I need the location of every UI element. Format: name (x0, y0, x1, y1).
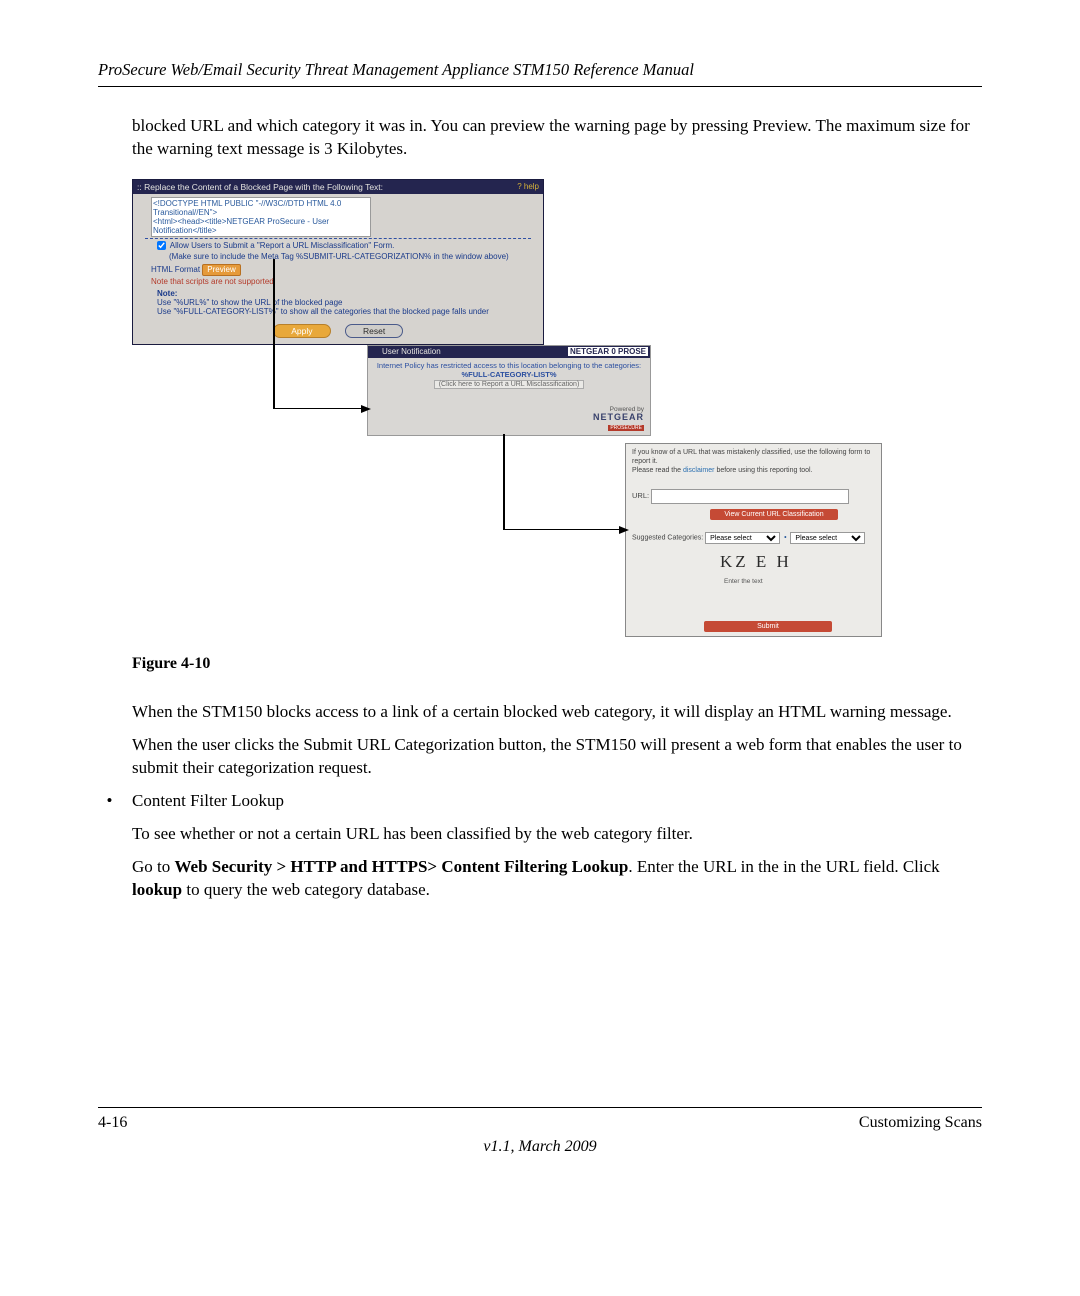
policy-restricted-text: Internet Policy has restricted access to… (372, 361, 646, 370)
disclaimer-link[interactable]: disclaimer (683, 467, 715, 474)
page-number: 4-16 (98, 1114, 127, 1132)
submit-button[interactable]: Submit (704, 621, 832, 632)
divider (145, 238, 531, 239)
paragraph-2: When the user clicks the Submit URL Cate… (132, 734, 982, 780)
report-msg-2a: Please read the (632, 467, 683, 474)
version-text: v1.1, March 2009 (98, 1138, 982, 1156)
bullet-line2: Go to Web Security > HTTP and HTTPS> Con… (132, 856, 982, 902)
scripts-not-supported: Note that scripts are not supported (133, 276, 543, 287)
suggested-category-select-1[interactable]: Please select (705, 532, 780, 544)
bullet-line1: To see whether or not a certain URL has … (132, 823, 982, 846)
note-url: Use "%URL%" to show the URL of the block… (157, 298, 342, 307)
url-input[interactable] (651, 489, 849, 504)
figure-4-10: :: Replace the Content of a Blocked Page… (132, 179, 882, 641)
section-title: Customizing Scans (859, 1114, 982, 1132)
t: to query the web category database. (182, 880, 430, 899)
help-button[interactable]: ? help (517, 182, 539, 192)
arrowhead-icon (619, 526, 629, 534)
html-format-row: HTML Format Preview (133, 263, 543, 276)
netgear-logo-text: NETGEAR (593, 412, 644, 422)
reset-button[interactable]: Reset (345, 324, 403, 338)
report-msg-1: If you know of a URL that was mistakenly… (632, 449, 870, 465)
panel-title: :: Replace the Content of a Blocked Page… (137, 182, 383, 192)
bullet-title: Content Filter Lookup (132, 790, 982, 813)
arrow-segment (503, 529, 621, 531)
doc-header: ProSecure Web/Email Security Threat Mana… (98, 60, 982, 86)
bullet-marker: • (98, 790, 132, 912)
page-footer: 4-16 Customizing Scans (98, 1114, 982, 1132)
allow-submit-label: Allow Users to Submit a "Report a URL Mi… (170, 241, 395, 250)
category-list-placeholder: %FULL-CATEGORY-LIST% (462, 370, 557, 379)
arrow-segment (503, 434, 505, 530)
config-panel: :: Replace the Content of a Blocked Page… (132, 179, 544, 346)
footer-rule (98, 1107, 982, 1108)
user-notification-preview: User Notification NETGEAR 0 PROSE Intern… (367, 345, 651, 436)
note-block: Note: Use "%URL%" to show the URL of the… (133, 287, 543, 320)
intro-paragraph: blocked URL and which category it was in… (132, 115, 982, 161)
report-form-panel: If you know of a URL that was mistakenly… (625, 443, 882, 637)
html-content-textarea[interactable] (151, 197, 371, 237)
arrowhead-icon (361, 405, 371, 413)
paragraph-1: When the STM150 blocks access to a link … (132, 701, 982, 724)
url-label: URL: (632, 491, 649, 500)
allow-submit-checkbox[interactable] (157, 241, 166, 250)
nav-path-bold: Web Security > HTTP and HTTPS> Content F… (175, 857, 629, 876)
preview-tab: User Notification (370, 347, 441, 356)
report-msg-2b: before using this reporting tool. (715, 467, 813, 474)
lookup-bold: lookup (132, 880, 182, 899)
meta-tag-note: (Make sure to include the Meta Tag %SUBM… (133, 251, 543, 262)
suggested-categories-label: Suggested Categories: (632, 535, 703, 542)
header-rule (98, 86, 982, 87)
report-misclass-link[interactable]: (Click here to Report a URL Misclassific… (434, 380, 585, 389)
allow-submit-row: Allow Users to Submit a "Report a URL Mi… (133, 240, 543, 251)
note-category: Use "%FULL-CATEGORY-LIST%" to show all t… (157, 307, 489, 316)
preview-titlebar: User Notification NETGEAR 0 PROSE (368, 346, 650, 358)
netgear-logo: NETGEAR PROSECURE (593, 412, 644, 431)
html-format-label: HTML Format (151, 265, 200, 274)
t: . Enter the URL in the in the URL field.… (628, 857, 939, 876)
arrow-segment (273, 408, 363, 410)
captcha-image: KZ E H (720, 552, 805, 578)
apply-button[interactable]: Apply (273, 324, 331, 338)
figure-caption: Figure 4-10 (132, 655, 982, 673)
view-classification-button[interactable]: View Current URL Classification (710, 509, 838, 520)
button-row: Apply Reset (133, 320, 543, 344)
note-label: Note: (157, 289, 177, 298)
prosecure-tag: PROSECURE (608, 425, 644, 431)
enter-text-label: Enter the text (724, 578, 875, 585)
arrow-segment (273, 259, 275, 409)
t: Go to (132, 857, 175, 876)
panel-titlebar: :: Replace the Content of a Blocked Page… (133, 180, 543, 194)
suggested-category-select-2[interactable]: Please select (790, 532, 865, 544)
netgear-badge: NETGEAR 0 PROSE (568, 347, 648, 356)
preview-button[interactable]: Preview (202, 264, 240, 276)
